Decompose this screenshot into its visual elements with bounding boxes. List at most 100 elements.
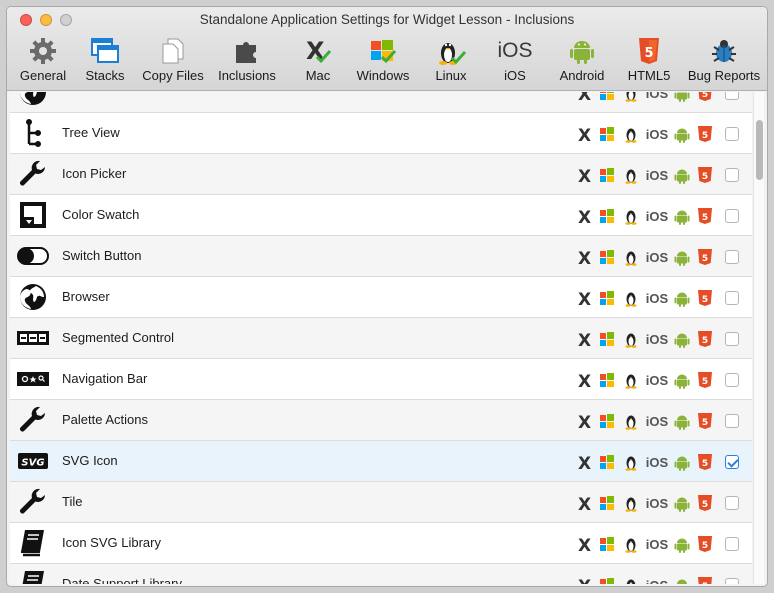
inclusion-name: SVG Icon — [62, 453, 118, 468]
inclusion-row[interactable]: Date Support Library XiOS 5 — [10, 564, 752, 584]
svg-text:5: 5 — [702, 459, 708, 469]
toolbar-linux-button[interactable]: Linux — [425, 34, 477, 90]
inclusion-row[interactable]: Color Swatch XiOS 5 — [10, 195, 752, 236]
ios-icon: iOS — [645, 249, 669, 265]
html5-icon: 5 — [698, 290, 712, 306]
windows-icon — [371, 40, 397, 64]
tree-view-icon — [17, 117, 49, 149]
android-icon — [674, 497, 690, 512]
ios-icon: iOS — [645, 331, 669, 347]
toolbar-windows-button[interactable]: Windows — [349, 34, 417, 90]
book-icon — [17, 568, 49, 584]
include-checkbox[interactable] — [725, 127, 739, 141]
platform-indicator — [623, 413, 639, 430]
toolbar-android-button[interactable]: Android — [551, 34, 613, 90]
html5-icon: 5 — [698, 208, 712, 224]
include-checkbox[interactable] — [725, 332, 739, 346]
include-checkbox[interactable] — [725, 496, 739, 510]
vertical-scrollbar[interactable] — [753, 92, 764, 584]
toolbar-label: iOS — [504, 68, 526, 83]
android-icon — [570, 41, 594, 64]
html5-icon: 5 — [698, 495, 712, 511]
stacks-icon — [91, 38, 119, 63]
platform-indicator — [674, 167, 690, 184]
include-checkbox[interactable] — [725, 578, 739, 584]
inclusion-row[interactable]: Browser XiOS 5 — [10, 277, 752, 318]
toolbar-label: Android — [559, 68, 605, 83]
inclusion-row[interactable]: Navigation Bar XiOS 5 — [10, 359, 752, 400]
platform-indicator: X — [577, 331, 593, 348]
windows-icon — [600, 455, 614, 469]
platform-indicator: 5 — [697, 126, 713, 142]
inclusion-name: Tile — [62, 494, 83, 509]
inclusion-row[interactable]: Tile XiOS 5 — [10, 482, 752, 523]
toolbar-html5-button[interactable]: 5 HTML5 — [621, 34, 677, 90]
include-checkbox[interactable] — [725, 455, 739, 469]
svg-text:5: 5 — [702, 500, 708, 510]
switch-icon — [17, 240, 49, 272]
svg-text:5: 5 — [702, 92, 708, 100]
toolbar-ios-button[interactable]: iOS iOS — [489, 34, 541, 90]
platform-indicator — [623, 331, 639, 348]
toolbar-label: HTML5 — [627, 68, 671, 83]
inclusions-list[interactable]: XiOS5Tree ViewXiOS5Icon PickerXiOS5Color… — [10, 92, 752, 584]
inclusion-row[interactable]: Tree View XiOS 5 — [10, 113, 752, 154]
windows-icon — [600, 414, 614, 428]
platform-indicator — [623, 167, 639, 184]
linux-icon — [625, 538, 637, 553]
platform-indicator: X — [577, 577, 593, 585]
svg-text:X: X — [578, 208, 591, 225]
include-checkbox[interactable] — [725, 168, 739, 182]
include-checkbox[interactable] — [725, 92, 739, 100]
inclusion-row[interactable]: Icon SVG Library XiOS 5 — [10, 523, 752, 564]
book-icon — [17, 527, 49, 559]
svg-text:X: X — [578, 126, 591, 143]
platform-indicator — [599, 249, 615, 265]
platform-indicator: X — [577, 495, 593, 512]
android-icon — [674, 169, 690, 184]
include-checkbox[interactable] — [725, 250, 739, 264]
svg-text:X: X — [578, 372, 591, 389]
toolbar-mac-button[interactable]: X Mac — [291, 34, 345, 90]
include-checkbox[interactable] — [725, 373, 739, 387]
include-checkbox[interactable] — [725, 414, 739, 428]
platform-indicator: 5 — [697, 290, 713, 306]
ios-icon: iOS — [645, 167, 669, 183]
svg-text:X: X — [578, 331, 591, 348]
toolbar-label: Windows — [356, 68, 410, 83]
toolbar-general-button[interactable]: General — [13, 34, 73, 90]
inclusion-row[interactable]: SVG SVG Icon XiOS 5 — [10, 441, 752, 482]
inclusion-row[interactable]: XiOS 5 — [10, 92, 752, 113]
inclusion-row[interactable]: Segmented Control XiOS 5 — [10, 318, 752, 359]
inclusion-row[interactable]: Palette Actions XiOS 5 — [10, 400, 752, 441]
platform-indicator — [623, 92, 639, 102]
svg-text:X: X — [578, 249, 591, 266]
mac-icon: X — [578, 577, 591, 585]
platform-indicator — [674, 372, 690, 389]
include-checkbox[interactable] — [725, 537, 739, 551]
android-icon — [674, 251, 690, 266]
toolbar-stacks-button[interactable]: Stacks — [77, 34, 133, 90]
html5-icon: 5 — [639, 38, 659, 64]
include-checkbox[interactable] — [725, 209, 739, 223]
platform-indicator — [599, 495, 615, 511]
toolbar-copy-files-button[interactable]: Copy Files — [137, 34, 209, 90]
mac-icon: X — [306, 37, 332, 65]
linux-icon — [625, 456, 637, 471]
toolbar-inclusions-button[interactable]: Inclusions — [213, 34, 281, 90]
toolbar-bug-reports-button[interactable]: Bug Reports — [683, 34, 765, 90]
scrollbar-thumb[interactable] — [756, 120, 763, 180]
inclusion-row[interactable]: Icon Picker XiOS 5 — [10, 154, 752, 195]
inclusion-row[interactable]: Switch Button XiOS 5 — [10, 236, 752, 277]
platform-indicator — [623, 372, 639, 389]
linux-icon — [625, 210, 637, 225]
globe-icon — [17, 92, 49, 108]
platform-indicator — [599, 208, 615, 224]
include-checkbox[interactable] — [725, 291, 739, 305]
platform-indicator: X — [577, 249, 593, 266]
platform-indicator — [674, 495, 690, 512]
windows-icon — [600, 578, 614, 584]
inclusion-name: Palette Actions — [62, 412, 148, 427]
platform-indicator: 5 — [697, 536, 713, 552]
platform-indicator — [623, 126, 639, 143]
